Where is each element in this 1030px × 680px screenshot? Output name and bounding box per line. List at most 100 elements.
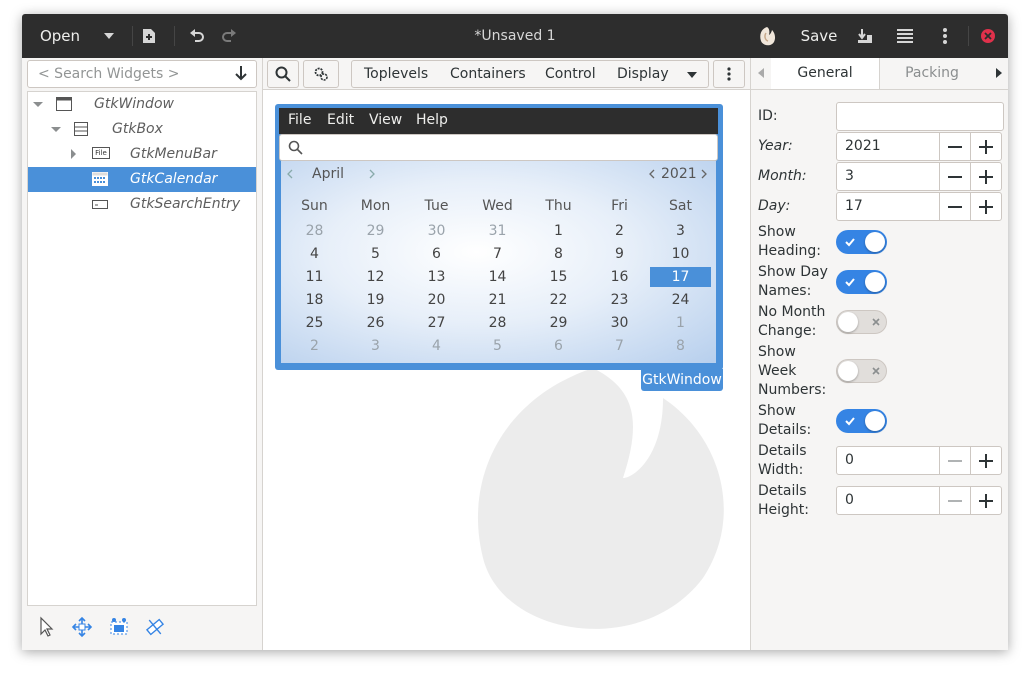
details-width-increment-button[interactable]	[970, 446, 1002, 475]
calendar-day[interactable]: 14	[467, 267, 528, 287]
move-icon[interactable]	[71, 616, 93, 638]
show-day-names-switch[interactable]	[836, 270, 887, 294]
expander-open-icon[interactable]	[32, 99, 44, 111]
expander-open-icon[interactable]	[50, 124, 62, 136]
tab-toplevels[interactable]: Toplevels	[364, 66, 428, 82]
calendar-day[interactable]: 28	[467, 313, 528, 333]
next-year-icon[interactable]	[700, 169, 708, 179]
next-month-icon[interactable]	[368, 169, 376, 179]
year-decrement-button[interactable]	[939, 132, 971, 161]
calendar-day[interactable]: 20	[406, 290, 467, 310]
calendar-day[interactable]: 24	[650, 290, 711, 310]
year-field[interactable]: 2021	[836, 132, 940, 161]
calendar-day[interactable]: 7	[467, 244, 528, 264]
calendar-day[interactable]: 18	[284, 290, 345, 310]
palette-search-button[interactable]	[267, 60, 299, 88]
details-height-field[interactable]: 0	[836, 486, 940, 515]
palette-more-button[interactable]	[713, 60, 745, 88]
show-week-numbers-switch[interactable]	[836, 359, 887, 383]
day-field[interactable]: 17	[836, 192, 940, 221]
calendar-day[interactable]: 8	[528, 244, 589, 264]
calendar-day[interactable]: 10	[650, 244, 711, 264]
calendar-day[interactable]: 11	[284, 267, 345, 287]
install-button[interactable]	[852, 14, 878, 58]
calendar-day[interactable]: 5	[345, 244, 406, 264]
menu-file[interactable]: File	[288, 112, 311, 128]
calendar-day[interactable]: 5	[467, 336, 528, 356]
menu-view[interactable]: View	[369, 112, 402, 128]
day-increment-button[interactable]	[970, 192, 1002, 221]
tree-row-gtkmenubar[interactable]: File GtkMenuBar	[28, 142, 256, 167]
open-button[interactable]: Open	[30, 14, 90, 58]
calendar-day[interactable]: 16	[589, 267, 650, 287]
tab-general[interactable]: General	[771, 58, 880, 89]
calendar-day[interactable]: 3	[650, 221, 711, 241]
calendar-day[interactable]: 1	[528, 221, 589, 241]
preview-calendar[interactable]: April 2021 Sun Mon Tue Wed Thu Fri Sat 28 29 30 3…	[281, 161, 716, 363]
tab-control[interactable]: Control	[545, 66, 596, 82]
calendar-day[interactable]: 30	[589, 313, 650, 333]
month-increment-button[interactable]	[970, 162, 1002, 191]
details-width-field[interactable]: 0	[836, 446, 940, 475]
close-button[interactable]	[976, 14, 1000, 58]
no-month-change-switch[interactable]	[836, 310, 887, 334]
tree-row-gtkcalendar[interactable]: GtkCalendar	[28, 167, 256, 192]
palette-settings-button[interactable]	[303, 60, 339, 88]
tab-containers[interactable]: Containers	[450, 66, 526, 82]
preview-search-entry[interactable]	[279, 134, 718, 161]
tree-row-gtksearchentry[interactable]: GtkSearchEntry	[28, 192, 256, 217]
calendar-day[interactable]: 28	[284, 221, 345, 241]
calendar-day[interactable]: 13	[406, 267, 467, 287]
calendar-day[interactable]: 8	[650, 336, 711, 356]
arrow-down-icon[interactable]	[234, 65, 248, 81]
calendar-day[interactable]: 19	[345, 290, 406, 310]
details-height-decrement-button[interactable]	[939, 486, 971, 515]
search-widgets-field[interactable]: < Search Widgets >	[27, 60, 257, 88]
month-decrement-button[interactable]	[939, 162, 971, 191]
prev-year-icon[interactable]	[648, 169, 656, 179]
calendar-day[interactable]: 21	[467, 290, 528, 310]
calendar-day[interactable]: 4	[284, 244, 345, 264]
calendar-day[interactable]: 27	[406, 313, 467, 333]
calendar-day[interactable]: 31	[467, 221, 528, 241]
calendar-day[interactable]: 6	[528, 336, 589, 356]
calendar-day[interactable]: 29	[528, 313, 589, 333]
margin-edit-icon[interactable]	[108, 616, 130, 638]
calendar-day[interactable]: 9	[589, 244, 650, 264]
calendar-day[interactable]: 22	[528, 290, 589, 310]
year-increment-button[interactable]	[970, 132, 1002, 161]
calendar-day[interactable]: 3	[345, 336, 406, 356]
calendar-day[interactable]: 2	[284, 336, 345, 356]
scroll-right-icon[interactable]	[995, 68, 1003, 78]
day-decrement-button[interactable]	[939, 192, 971, 221]
calendar-day[interactable]: 25	[284, 313, 345, 333]
new-project-button[interactable]	[136, 14, 162, 58]
calendar-day[interactable]: 12	[345, 267, 406, 287]
calendar-day[interactable]: 6	[406, 244, 467, 264]
calendar-day[interactable]: 15	[528, 267, 589, 287]
id-field[interactable]	[836, 102, 1004, 131]
expander-closed-icon[interactable]	[68, 148, 80, 160]
calendar-day[interactable]: 4	[406, 336, 467, 356]
calendar-day[interactable]: 2	[589, 221, 650, 241]
calendar-day[interactable]: 26	[345, 313, 406, 333]
redo-button[interactable]	[216, 14, 242, 58]
show-heading-switch[interactable]	[836, 230, 887, 254]
hamburger-menu-button[interactable]	[892, 14, 918, 58]
tab-packing[interactable]: Packing	[879, 58, 985, 89]
month-field[interactable]: 3	[836, 162, 940, 191]
calendar-day[interactable]: 29	[345, 221, 406, 241]
show-details-switch[interactable]	[836, 409, 887, 433]
tree-row-gtkbox[interactable]: GtkBox	[28, 117, 256, 142]
calendar-day[interactable]: 23	[589, 290, 650, 310]
details-height-increment-button[interactable]	[970, 486, 1002, 515]
calendar-day[interactable]: 30	[406, 221, 467, 241]
gtkwindow-preview[interactable]: File Edit View Help April 2021 Sun Mon Tue…	[275, 104, 723, 370]
calendar-day[interactable]: 17	[650, 267, 711, 287]
scroll-left-icon[interactable]	[757, 68, 765, 78]
undo-button[interactable]	[184, 14, 210, 58]
inspector-button[interactable]	[754, 14, 780, 58]
alignment-edit-icon[interactable]	[144, 616, 166, 638]
prev-month-icon[interactable]	[286, 169, 294, 179]
calendar-day[interactable]: 1	[650, 313, 711, 333]
